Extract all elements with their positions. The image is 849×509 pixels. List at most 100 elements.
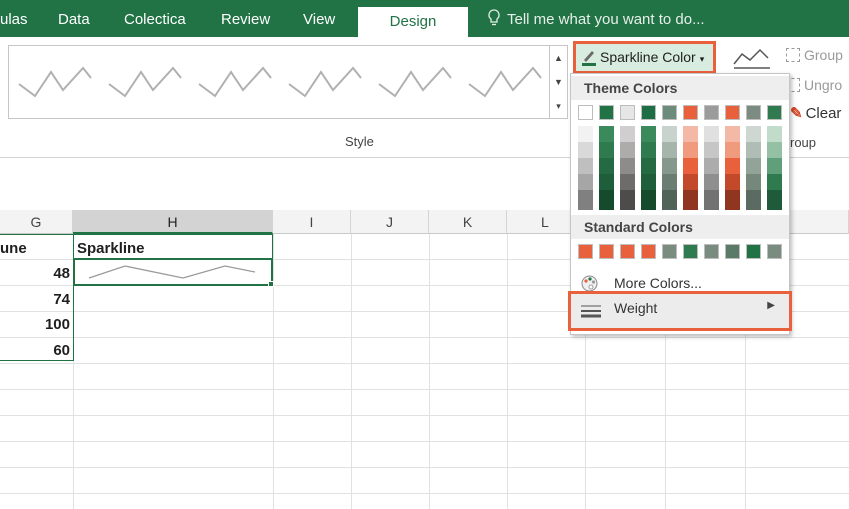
- group-button[interactable]: Group: [786, 47, 843, 63]
- theme-shade-swatch[interactable]: [641, 190, 656, 210]
- theme-shade-swatch[interactable]: [746, 142, 761, 158]
- theme-shade-swatch[interactable]: [599, 126, 614, 142]
- sparkline-style-3[interactable]: [197, 56, 273, 106]
- theme-shade-swatch[interactable]: [725, 126, 740, 142]
- column-header-i[interactable]: I: [273, 210, 351, 234]
- cell-sparkline-header[interactable]: Sparkline: [77, 240, 145, 257]
- theme-shade-swatch[interactable]: [704, 174, 719, 190]
- theme-shade-swatch[interactable]: [620, 174, 635, 190]
- theme-color-swatch[interactable]: [725, 105, 740, 120]
- theme-shade-swatch[interactable]: [704, 126, 719, 142]
- column-header-k[interactable]: K: [429, 210, 507, 234]
- theme-color-swatch[interactable]: [746, 105, 761, 120]
- standard-color-swatch[interactable]: [620, 244, 635, 259]
- standard-color-swatch[interactable]: [746, 244, 761, 259]
- standard-color-swatch[interactable]: [767, 244, 782, 259]
- theme-shade-swatch[interactable]: [746, 126, 761, 142]
- theme-shade-swatch[interactable]: [746, 158, 761, 174]
- theme-shade-swatch[interactable]: [767, 142, 782, 158]
- theme-color-swatch[interactable]: [578, 105, 593, 120]
- theme-color-swatch[interactable]: [599, 105, 614, 120]
- theme-shade-swatch[interactable]: [683, 142, 698, 158]
- theme-color-swatch[interactable]: [704, 105, 719, 120]
- tab-review[interactable]: Review: [221, 0, 270, 37]
- sparkline-style-2[interactable]: [107, 56, 183, 106]
- standard-color-swatch[interactable]: [599, 244, 614, 259]
- tell-me-search[interactable]: Tell me what you want to do...: [487, 0, 705, 37]
- theme-shade-swatch[interactable]: [641, 142, 656, 158]
- theme-shade-swatch[interactable]: [620, 190, 635, 210]
- theme-shade-swatch[interactable]: [662, 158, 677, 174]
- theme-shade-swatch[interactable]: [683, 126, 698, 142]
- theme-shade-swatch[interactable]: [767, 174, 782, 190]
- weight-menu-item[interactable]: Weight ▶: [568, 291, 792, 331]
- gallery-more-icon[interactable]: ▾: [550, 94, 567, 118]
- column-header-j[interactable]: J: [351, 210, 429, 234]
- theme-shade-swatch[interactable]: [767, 126, 782, 142]
- theme-shade-swatch[interactable]: [641, 174, 656, 190]
- tab-design[interactable]: Design: [358, 7, 468, 37]
- theme-shade-swatch[interactable]: [725, 142, 740, 158]
- theme-shade-swatch[interactable]: [683, 174, 698, 190]
- theme-shade-swatch[interactable]: [599, 158, 614, 174]
- theme-shade-swatch[interactable]: [620, 126, 635, 142]
- theme-color-swatch[interactable]: [620, 105, 635, 120]
- theme-shade-swatch[interactable]: [662, 174, 677, 190]
- standard-color-swatch[interactable]: [578, 244, 593, 259]
- cell-value[interactable]: 48: [0, 265, 70, 282]
- sparkline-style-4[interactable]: [287, 56, 363, 106]
- theme-color-swatch[interactable]: [641, 105, 656, 120]
- clear-button[interactable]: ✎ Clear: [790, 104, 841, 122]
- theme-color-swatch[interactable]: [683, 105, 698, 120]
- sparkline-color-button[interactable]: Sparkline Color ▾: [573, 41, 716, 74]
- theme-shade-swatch[interactable]: [599, 190, 614, 210]
- theme-shade-swatch[interactable]: [578, 174, 593, 190]
- theme-shade-swatch[interactable]: [641, 158, 656, 174]
- theme-shade-swatch[interactable]: [599, 174, 614, 190]
- cell-value[interactable]: 100: [0, 316, 70, 333]
- cell-value[interactable]: 74: [0, 291, 70, 308]
- fill-handle[interactable]: [268, 281, 274, 287]
- theme-shade-swatch[interactable]: [746, 190, 761, 210]
- theme-shade-swatch[interactable]: [662, 126, 677, 142]
- standard-color-swatch[interactable]: [725, 244, 740, 259]
- theme-shade-swatch[interactable]: [767, 158, 782, 174]
- standard-color-swatch[interactable]: [683, 244, 698, 259]
- theme-shade-swatch[interactable]: [620, 142, 635, 158]
- theme-shade-swatch[interactable]: [578, 142, 593, 158]
- column-header-g[interactable]: G: [0, 210, 73, 234]
- theme-shade-swatch[interactable]: [662, 142, 677, 158]
- gallery-down-icon[interactable]: ▼: [550, 70, 567, 94]
- sparkline-style-gallery[interactable]: ▲ ▼ ▾: [8, 45, 568, 119]
- theme-shade-swatch[interactable]: [704, 190, 719, 210]
- theme-shade-swatch[interactable]: [578, 158, 593, 174]
- theme-shade-swatch[interactable]: [767, 190, 782, 210]
- theme-color-swatch[interactable]: [662, 105, 677, 120]
- theme-shade-swatch[interactable]: [620, 158, 635, 174]
- gallery-scrollbar[interactable]: ▲ ▼ ▾: [549, 46, 567, 118]
- column-header-h[interactable]: H: [73, 210, 273, 234]
- cell-g-header[interactable]: une: [0, 240, 27, 257]
- cell-value[interactable]: 60: [0, 342, 70, 359]
- theme-shade-swatch[interactable]: [725, 190, 740, 210]
- theme-shade-swatch[interactable]: [725, 158, 740, 174]
- theme-shade-swatch[interactable]: [641, 126, 656, 142]
- tab-view[interactable]: View: [303, 0, 335, 37]
- theme-shade-swatch[interactable]: [578, 190, 593, 210]
- tab-colectica[interactable]: Colectica: [124, 0, 186, 37]
- standard-color-swatch[interactable]: [704, 244, 719, 259]
- sparkline-style-5[interactable]: [377, 56, 453, 106]
- sparkline-style-6[interactable]: [467, 56, 543, 106]
- theme-color-swatch[interactable]: [767, 105, 782, 120]
- standard-color-swatch[interactable]: [662, 244, 677, 259]
- tab-formulas[interactable]: ulas: [0, 0, 28, 37]
- theme-shade-swatch[interactable]: [683, 190, 698, 210]
- theme-shade-swatch[interactable]: [599, 142, 614, 158]
- axis-icon[interactable]: [732, 46, 772, 72]
- theme-shade-swatch[interactable]: [578, 126, 593, 142]
- tab-data[interactable]: Data: [58, 0, 90, 37]
- theme-shade-swatch[interactable]: [704, 158, 719, 174]
- active-cell-sparkline[interactable]: [73, 258, 273, 286]
- theme-shade-swatch[interactable]: [704, 142, 719, 158]
- standard-color-swatch[interactable]: [641, 244, 656, 259]
